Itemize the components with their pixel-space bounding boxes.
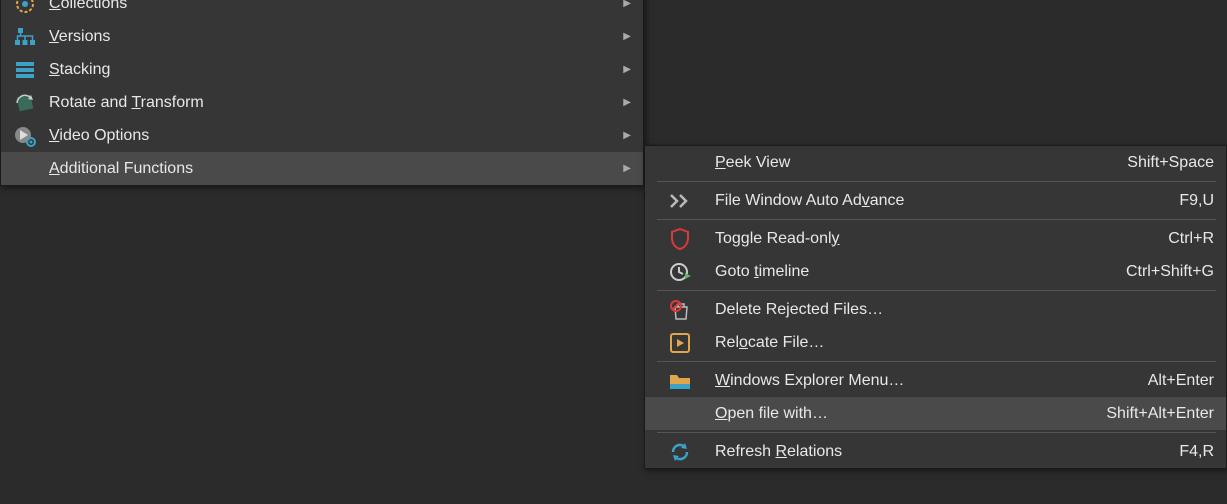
folder-icon <box>645 371 715 391</box>
submenu-arrow-icon: ▶ <box>611 163 631 174</box>
menu-item-readonly[interactable]: Toggle Read-only Ctrl+R <box>645 222 1226 255</box>
menu-label: Rotate and Transform <box>49 94 611 112</box>
context-menu-primary: Collections ▶ Versions ▶ Stacking ▶ <box>0 0 644 186</box>
menu-label: Goto timeline <box>715 263 1114 281</box>
menu-item-versions[interactable]: Versions ▶ <box>1 20 643 53</box>
menu-item-additional[interactable]: Additional Functions ▶ <box>1 152 643 185</box>
advance-icon <box>645 193 715 209</box>
shortcut-label: Ctrl+R <box>1156 230 1214 248</box>
menu-item-refresh[interactable]: Refresh Relations F4,R <box>645 435 1226 468</box>
menu-item-auto-advance[interactable]: File Window Auto Advance F9,U <box>645 184 1226 217</box>
menu-label: Toggle Read-only <box>715 230 1156 248</box>
menu-separator <box>657 219 1216 220</box>
menu-label: Open file with… <box>715 405 1094 423</box>
menu-separator <box>657 361 1216 362</box>
video-icon <box>1 125 49 147</box>
timeline-icon <box>645 261 715 283</box>
refresh-icon <box>645 441 715 463</box>
menu-label: Relocate File… <box>715 334 1202 352</box>
relocate-icon <box>645 332 715 354</box>
menu-label: Additional Functions <box>49 160 611 178</box>
rotate-icon <box>1 92 49 114</box>
versions-icon <box>1 26 49 48</box>
collections-icon <box>1 0 49 15</box>
shield-icon <box>645 228 715 250</box>
menu-separator <box>657 432 1216 433</box>
menu-item-explorer[interactable]: Windows Explorer Menu… Alt+Enter <box>645 364 1226 397</box>
menu-label: Delete Rejected Files… <box>715 301 1202 319</box>
context-submenu-additional: Peek View Shift+Space File Window Auto A… <box>644 145 1227 469</box>
shortcut-label: F9,U <box>1167 192 1214 210</box>
menu-label: Versions <box>49 28 611 46</box>
menu-item-timeline[interactable]: Goto timeline Ctrl+Shift+G <box>645 255 1226 288</box>
menu-label: Stacking <box>49 61 611 79</box>
menu-item-relocate[interactable]: Relocate File… <box>645 326 1226 359</box>
shortcut-label: F4,R <box>1167 443 1214 461</box>
shortcut-label: Shift+Alt+Enter <box>1094 405 1214 423</box>
menu-separator <box>657 290 1216 291</box>
menu-label: Windows Explorer Menu… <box>715 372 1136 390</box>
shortcut-label: Shift+Space <box>1115 154 1214 172</box>
menu-item-open-with[interactable]: Open file with… Shift+Alt+Enter <box>645 397 1226 430</box>
submenu-arrow-icon: ▶ <box>611 0 631 9</box>
submenu-arrow-icon: ▶ <box>611 31 631 42</box>
menu-label: Refresh Relations <box>715 443 1167 461</box>
submenu-arrow-icon: ▶ <box>611 64 631 75</box>
menu-item-rotate[interactable]: Rotate and Transform ▶ <box>1 86 643 119</box>
shortcut-label: Ctrl+Shift+G <box>1114 263 1214 281</box>
delete-icon <box>645 299 715 321</box>
menu-item-peek-view[interactable]: Peek View Shift+Space <box>645 146 1226 179</box>
menu-item-stacking[interactable]: Stacking ▶ <box>1 53 643 86</box>
menu-item-collections[interactable]: Collections ▶ <box>1 0 643 20</box>
submenu-arrow-icon: ▶ <box>611 130 631 141</box>
menu-item-video[interactable]: Video Options ▶ <box>1 119 643 152</box>
stacking-icon <box>1 59 49 81</box>
shortcut-label: Alt+Enter <box>1136 372 1214 390</box>
submenu-arrow-icon: ▶ <box>611 97 631 108</box>
menu-separator <box>657 181 1216 182</box>
menu-label: Video Options <box>49 127 611 145</box>
menu-label: Collections <box>49 0 611 13</box>
menu-item-delete-rejected[interactable]: Delete Rejected Files… <box>645 293 1226 326</box>
menu-label: File Window Auto Advance <box>715 192 1167 210</box>
menu-label: Peek View <box>715 154 1115 172</box>
